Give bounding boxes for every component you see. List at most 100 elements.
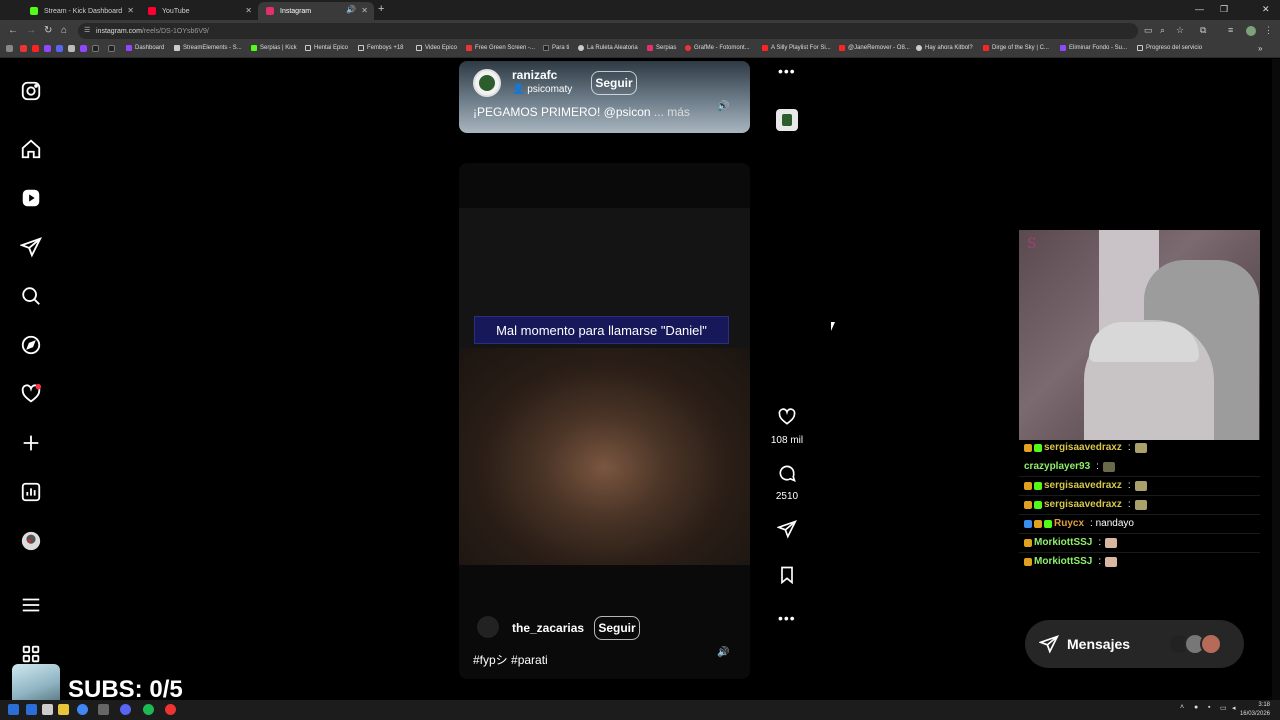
- messages-button[interactable]: Mensajes: [1025, 620, 1244, 668]
- youtube-bookmark-icon[interactable]: [32, 45, 39, 52]
- zoom-icon[interactable]: ⌕: [1160, 25, 1165, 36]
- cast-icon[interactable]: ▭: [1144, 25, 1153, 36]
- tray-mic-icon[interactable]: ●: [1194, 704, 1198, 711]
- bookmark-item[interactable]: Serpias: [647, 45, 676, 51]
- gmail-bookmark-icon[interactable]: [20, 45, 27, 52]
- also-from-meta-icon[interactable]: [20, 643, 42, 665]
- tray-chevron-icon[interactable]: ˄: [1180, 704, 1184, 711]
- system-clock[interactable]: 3:18 16/03/2026: [1240, 701, 1270, 719]
- close-window-icon[interactable]: ✕: [1262, 4, 1270, 15]
- back-icon[interactable]: ←: [8, 25, 18, 36]
- reels-icon[interactable]: [20, 187, 42, 209]
- reel-author-avatar[interactable]: [477, 616, 499, 638]
- reel-caption[interactable]: #fypシ #parati: [473, 651, 548, 668]
- reel-video[interactable]: Mal momento para llamarse "Daniel": [459, 208, 750, 565]
- bookmark-item[interactable]: StreamElements - S...: [174, 45, 242, 51]
- reel-author-avatar[interactable]: [473, 69, 501, 97]
- scrollbar-thumb[interactable]: [1274, 69, 1278, 709]
- new-tab-button[interactable]: +: [378, 3, 384, 15]
- search-icon[interactable]: [20, 285, 42, 307]
- tray-app-icon[interactable]: ▪: [1208, 704, 1210, 711]
- bookmark-item[interactable]: La Ruleta Aleatoria: [578, 45, 638, 51]
- spotify-icon[interactable]: [143, 704, 154, 715]
- current-reel-card[interactable]: Mal momento para llamarse "Daniel" the_z…: [459, 163, 750, 679]
- apps-icon[interactable]: [6, 45, 13, 52]
- audio-thumbnail[interactable]: [776, 109, 798, 131]
- bookmark-folder[interactable]: Hentai Epico: [305, 45, 348, 51]
- obs-icon[interactable]: [165, 704, 176, 715]
- tab-youtube[interactable]: YouTube ✕: [140, 2, 258, 20]
- start-icon[interactable]: [8, 704, 19, 715]
- profile-avatar-icon[interactable]: [20, 530, 42, 552]
- taskbar-app-icon[interactable]: [42, 704, 53, 715]
- media-icon[interactable]: ≡: [1228, 25, 1233, 35]
- bookmark-item[interactable]: Eliminar Fondo - Su...: [1060, 45, 1127, 51]
- close-tab-icon[interactable]: ✕: [361, 6, 368, 15]
- bookmark-item[interactable]: A Silly Playlist For Si...: [762, 45, 831, 51]
- comment-action[interactable]: 2510: [770, 463, 804, 502]
- forward-icon[interactable]: →: [26, 25, 36, 36]
- close-tab-icon[interactable]: ✕: [127, 6, 134, 15]
- twitch-bookmark-icon[interactable]: [80, 45, 87, 52]
- discord-bookmark-icon[interactable]: [56, 45, 63, 52]
- close-tab-icon[interactable]: ✕: [245, 6, 252, 15]
- reel-caption[interactable]: ¡PEGAMOS PRIMERO! @psicon ... más: [473, 105, 690, 119]
- bookmarks-overflow-icon[interactable]: »: [1258, 44, 1262, 53]
- more-menu-icon[interactable]: [20, 594, 42, 616]
- bookmark-item[interactable]: Dashboard: [126, 45, 164, 51]
- bookmark-item[interactable]: Para ti: [543, 45, 569, 51]
- previous-reel-card[interactable]: ranizafc 👤 psicomaty Seguir ¡PEGAMOS PRI…: [459, 61, 750, 133]
- chrome-menu-icon[interactable]: ⋮: [1264, 25, 1273, 36]
- mute-toggle-icon[interactable]: 🔊: [717, 647, 729, 659]
- more-options-icon[interactable]: •••: [778, 63, 796, 79]
- reel-author-username[interactable]: the_zacarias: [512, 621, 584, 635]
- discord-icon[interactable]: [120, 704, 131, 715]
- bookmark-icon[interactable]: [68, 45, 75, 52]
- direct-message-icon[interactable]: [20, 236, 42, 258]
- bookmark-item[interactable]: Serpias | Kick: [251, 45, 297, 51]
- tab-kick-dashboard[interactable]: Stream - Kick Dashboard ✕: [22, 2, 140, 20]
- bookmark-item[interactable]: Dirge of the Sky | C...: [983, 45, 1049, 51]
- share-action[interactable]: [770, 519, 804, 544]
- follow-button[interactable]: Seguir: [591, 71, 637, 95]
- bookmark-folder[interactable]: Femboys +18: [358, 45, 404, 51]
- page-scrollbar[interactable]: [1272, 59, 1280, 700]
- create-plus-icon[interactable]: [20, 432, 42, 454]
- like-action[interactable]: 108 mil: [770, 407, 804, 446]
- extensions-icon[interactable]: ⧉: [1200, 25, 1206, 36]
- bookmark-folder[interactable]: Video Epico: [416, 45, 457, 51]
- bookmark-item[interactable]: @JaneRemover - O8...: [839, 45, 910, 51]
- save-action[interactable]: [770, 565, 804, 590]
- tray-network-icon[interactable]: ▭: [1220, 704, 1227, 712]
- mute-toggle-icon[interactable]: 🔊: [717, 101, 729, 113]
- taskbar-app-icon[interactable]: [26, 704, 37, 715]
- maximize-icon[interactable]: ❐: [1220, 4, 1228, 15]
- audio-playing-icon[interactable]: 🔊: [346, 5, 356, 14]
- twitch-bookmark-icon[interactable]: [44, 45, 51, 52]
- file-explorer-icon[interactable]: [58, 704, 69, 715]
- share-icon[interactable]: [776, 519, 797, 539]
- minimize-icon[interactable]: —: [1195, 4, 1204, 14]
- site-info-icon[interactable]: ☰: [84, 26, 90, 34]
- bookmark-item[interactable]: GrafMe - Fotomont...: [685, 45, 750, 51]
- heart-icon[interactable]: [777, 407, 797, 427]
- bookmark-item[interactable]: Hay ahora Kitbol?: [916, 45, 973, 51]
- reel-author-username[interactable]: ranizafc: [512, 68, 557, 82]
- tiktok-bookmark-icon[interactable]: [92, 45, 99, 52]
- follow-button[interactable]: Seguir: [594, 616, 640, 640]
- bookmark-item[interactable]: Free Green Screen -...: [466, 45, 535, 51]
- tab-instagram[interactable]: Instagram 🔊 ✕: [258, 2, 374, 20]
- bookmark-star-icon[interactable]: ☆: [1176, 25, 1184, 36]
- comment-icon[interactable]: [777, 463, 797, 483]
- collab-label[interactable]: 👤 psicomaty: [512, 84, 572, 95]
- more-options-icon[interactable]: •••: [778, 610, 796, 626]
- notifications-heart-icon[interactable]: [20, 383, 42, 405]
- home-icon[interactable]: [20, 138, 42, 160]
- address-bar[interactable]: ☰ instagram.com/reels/DS-1OYsb6V9/: [78, 23, 1138, 39]
- chrome-icon[interactable]: [77, 704, 88, 715]
- tray-volume-icon[interactable]: ◂: [1232, 704, 1236, 712]
- taskbar-app-icon[interactable]: [98, 704, 109, 715]
- bookmark-item[interactable]: Progreso del servicio: [1137, 45, 1202, 51]
- home-icon[interactable]: ⌂: [61, 25, 67, 36]
- explore-icon[interactable]: [20, 334, 42, 356]
